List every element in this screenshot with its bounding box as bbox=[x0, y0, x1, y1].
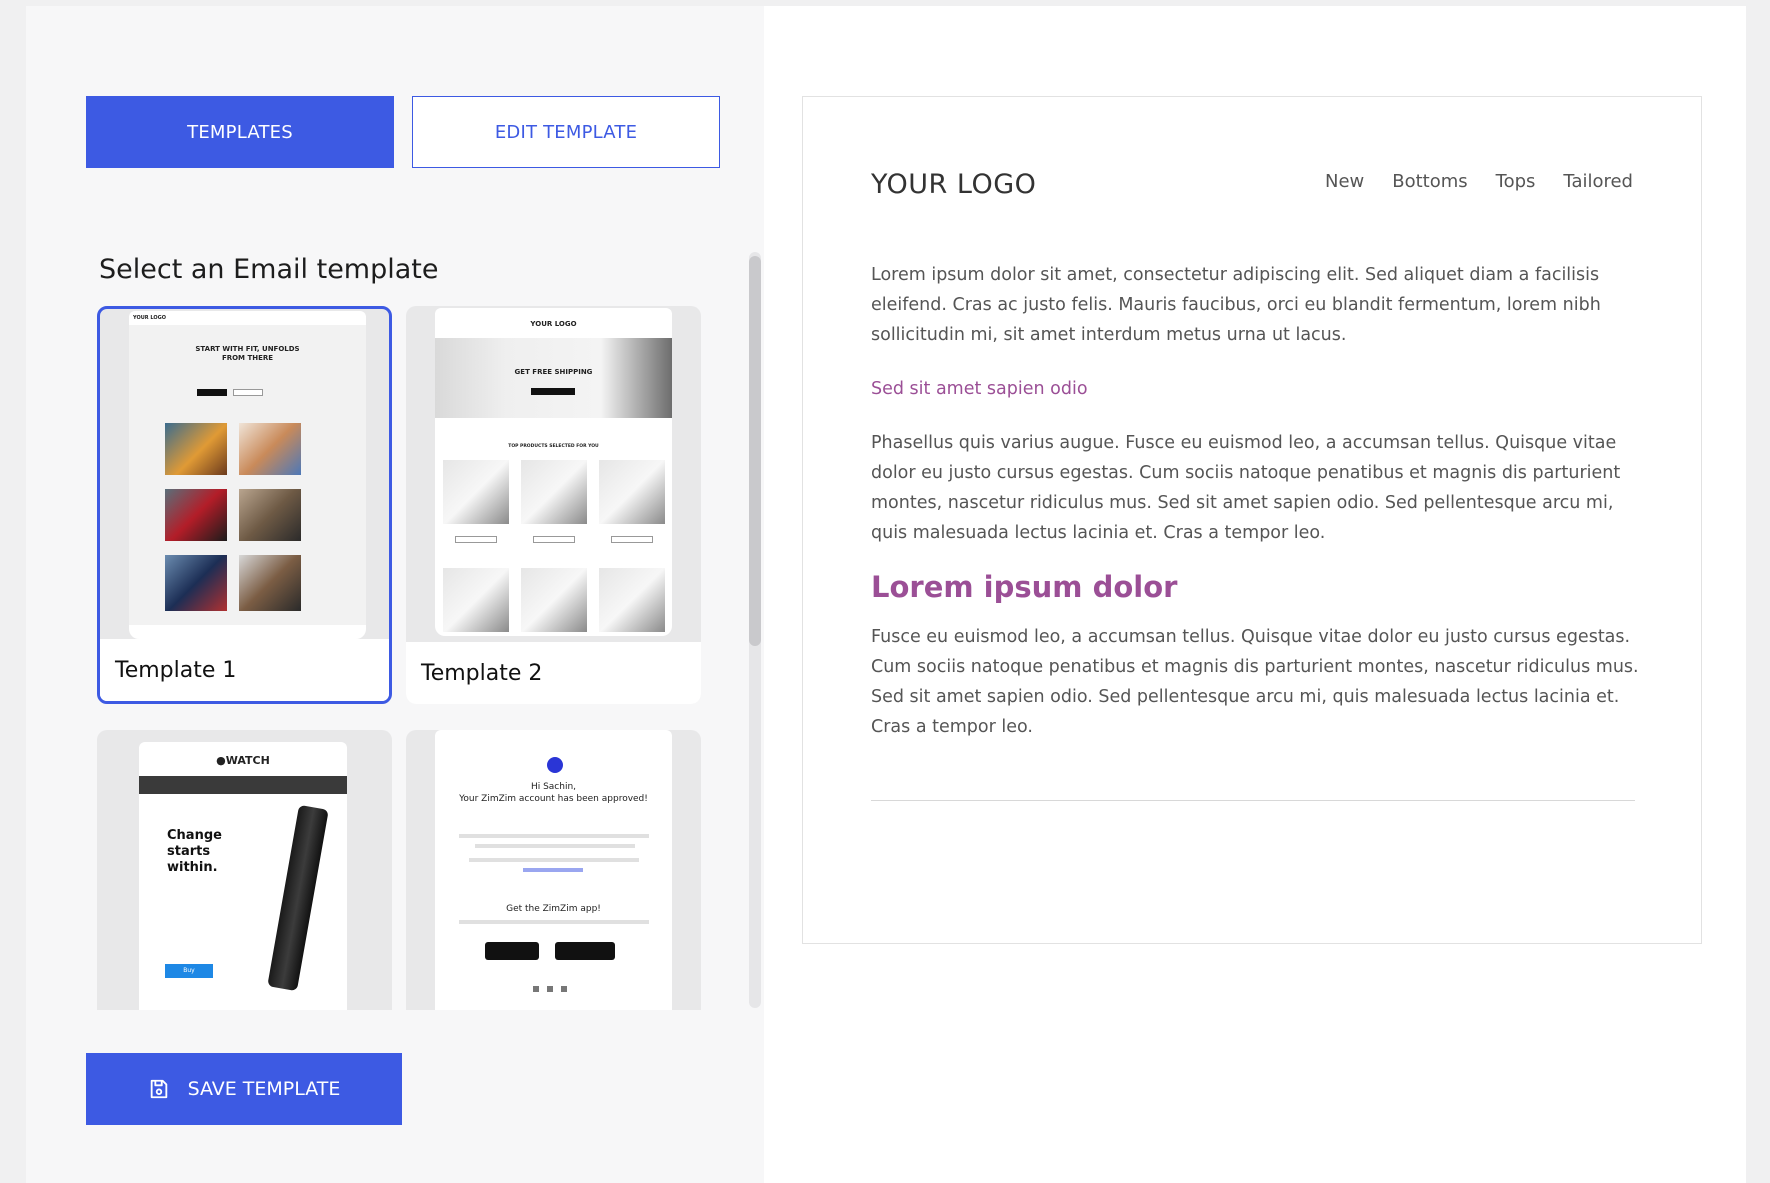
thumb-title: Change starts within. bbox=[167, 828, 222, 875]
thumb-photo bbox=[239, 555, 301, 611]
thumb-photo bbox=[239, 423, 301, 475]
thumb-app-store-badge bbox=[485, 942, 539, 960]
save-template-label: SAVE TEMPLATE bbox=[187, 1078, 341, 1100]
thumb-button bbox=[233, 389, 263, 396]
thumb-subtitle: Get the ZimZim app! bbox=[506, 904, 601, 914]
template-panel: TEMPLATES EDIT TEMPLATE Select an Email … bbox=[26, 6, 764, 1183]
template-1-label: Template 1 bbox=[100, 639, 389, 701]
thumb-nav-bar bbox=[139, 776, 347, 794]
thumb-logo: YOUR LOGO bbox=[530, 320, 577, 328]
preview-paragraph-2: Phasellus quis varius augue. Fusce eu eu… bbox=[871, 433, 1621, 543]
thumb-photo bbox=[239, 489, 301, 541]
preview-heading: Lorem ipsum dolor bbox=[871, 570, 1178, 604]
thumb-product bbox=[599, 460, 665, 524]
thumb-social-icons bbox=[533, 986, 575, 992]
template-card-3[interactable]: ●WATCH Change starts within. Buy bbox=[97, 730, 392, 1010]
thumb-photo bbox=[165, 489, 227, 541]
preview-nav-new[interactable]: New bbox=[1325, 171, 1364, 192]
thumb-product bbox=[521, 568, 587, 632]
thumb-product bbox=[443, 568, 509, 632]
thumb-title: START WITH FIT, UNFOLDS FROM THERE bbox=[195, 345, 300, 362]
thumb-text-line bbox=[459, 920, 649, 924]
template-card-2[interactable]: YOUR LOGO GET FREE SHIPPING TOP PRODUCTS… bbox=[406, 306, 701, 704]
preview-nav: New Bottoms Tops Tailored bbox=[1325, 171, 1633, 192]
preview-body: Lorem ipsum dolor sit amet, consectetur … bbox=[871, 260, 1639, 766]
template-grid: YOUR LOGO START WITH FIT, UNFOLDS FROM T… bbox=[97, 306, 707, 1010]
thumb-buy-button: Buy bbox=[165, 964, 213, 978]
thumb-photo bbox=[165, 423, 227, 475]
thumb-button bbox=[531, 388, 575, 395]
preview-panel: YOUR LOGO New Bottoms Tops Tailored Lore… bbox=[764, 6, 1746, 1183]
templates-tab-button[interactable]: TEMPLATES bbox=[86, 96, 394, 168]
thumb-button bbox=[197, 389, 227, 396]
preview-nav-bottoms[interactable]: Bottoms bbox=[1392, 171, 1467, 192]
thumb-button bbox=[611, 536, 653, 543]
section-heading: Select an Email template bbox=[99, 254, 439, 285]
floppy-disk-icon bbox=[150, 1079, 167, 1099]
thumb-text-line bbox=[475, 844, 635, 848]
thumb-title: Your ZimZim account has been approved! bbox=[459, 794, 648, 804]
edit-template-tab-button[interactable]: EDIT TEMPLATE bbox=[412, 96, 720, 168]
preview-nav-tailored[interactable]: Tailored bbox=[1563, 171, 1633, 192]
template-3-thumbnail: ●WATCH Change starts within. Buy bbox=[139, 742, 347, 1010]
template-2-thumbnail: YOUR LOGO GET FREE SHIPPING TOP PRODUCTS… bbox=[435, 308, 672, 636]
save-template-button[interactable]: SAVE TEMPLATE bbox=[86, 1053, 402, 1125]
template-4-thumbnail: Hi Sachin, Your ZimZim account has been … bbox=[435, 730, 672, 1010]
thumb-greeting: Hi Sachin, bbox=[530, 782, 577, 792]
preview-link[interactable]: Sed sit amet sapien odio bbox=[871, 374, 1639, 404]
template-2-label: Template 2 bbox=[406, 642, 701, 704]
preview-paragraph-3: Fusce eu euismod leo, a accumsan tellus.… bbox=[871, 627, 1639, 737]
email-template-editor: TEMPLATES EDIT TEMPLATE Select an Email … bbox=[26, 6, 1746, 1183]
thumb-text-line bbox=[459, 834, 649, 838]
thumb-text-line bbox=[469, 858, 639, 862]
thumb-watch-image bbox=[267, 804, 329, 992]
thumb-hero bbox=[435, 338, 672, 418]
template-list-scrollbar[interactable] bbox=[749, 252, 761, 1008]
thumb-link-line bbox=[523, 868, 583, 872]
thumb-logo: ●WATCH bbox=[139, 754, 347, 767]
template-card-1[interactable]: YOUR LOGO START WITH FIT, UNFOLDS FROM T… bbox=[97, 306, 392, 704]
thumb-subtitle: TOP PRODUCTS SELECTED FOR YOU bbox=[508, 444, 599, 449]
preview-logo: YOUR LOGO bbox=[871, 169, 1037, 200]
preview-divider bbox=[871, 800, 1635, 801]
thumb-product bbox=[599, 568, 665, 632]
template-1-thumbnail: YOUR LOGO START WITH FIT, UNFOLDS FROM T… bbox=[129, 311, 366, 639]
template-card-4[interactable]: Hi Sachin, Your ZimZim account has been … bbox=[406, 730, 701, 1010]
preview-paragraph-1: Lorem ipsum dolor sit amet, consectetur … bbox=[871, 265, 1601, 345]
thumb-button bbox=[455, 536, 497, 543]
preview-nav-tops[interactable]: Tops bbox=[1496, 171, 1536, 192]
thumb-product bbox=[521, 460, 587, 524]
thumb-button bbox=[533, 536, 575, 543]
thumb-google-play-badge bbox=[555, 942, 615, 960]
email-preview: YOUR LOGO New Bottoms Tops Tailored Lore… bbox=[802, 96, 1702, 944]
thumb-title: GET FREE SHIPPING bbox=[514, 368, 593, 376]
thumb-product bbox=[443, 460, 509, 524]
thumb-logo-icon bbox=[547, 757, 563, 773]
apple-icon: ● bbox=[216, 754, 226, 767]
thumb-logo: YOUR LOGO bbox=[133, 315, 166, 321]
thumb-photo bbox=[165, 555, 227, 611]
thumb-logo-text: WATCH bbox=[225, 754, 270, 767]
scrollbar-thumb[interactable] bbox=[749, 256, 761, 646]
